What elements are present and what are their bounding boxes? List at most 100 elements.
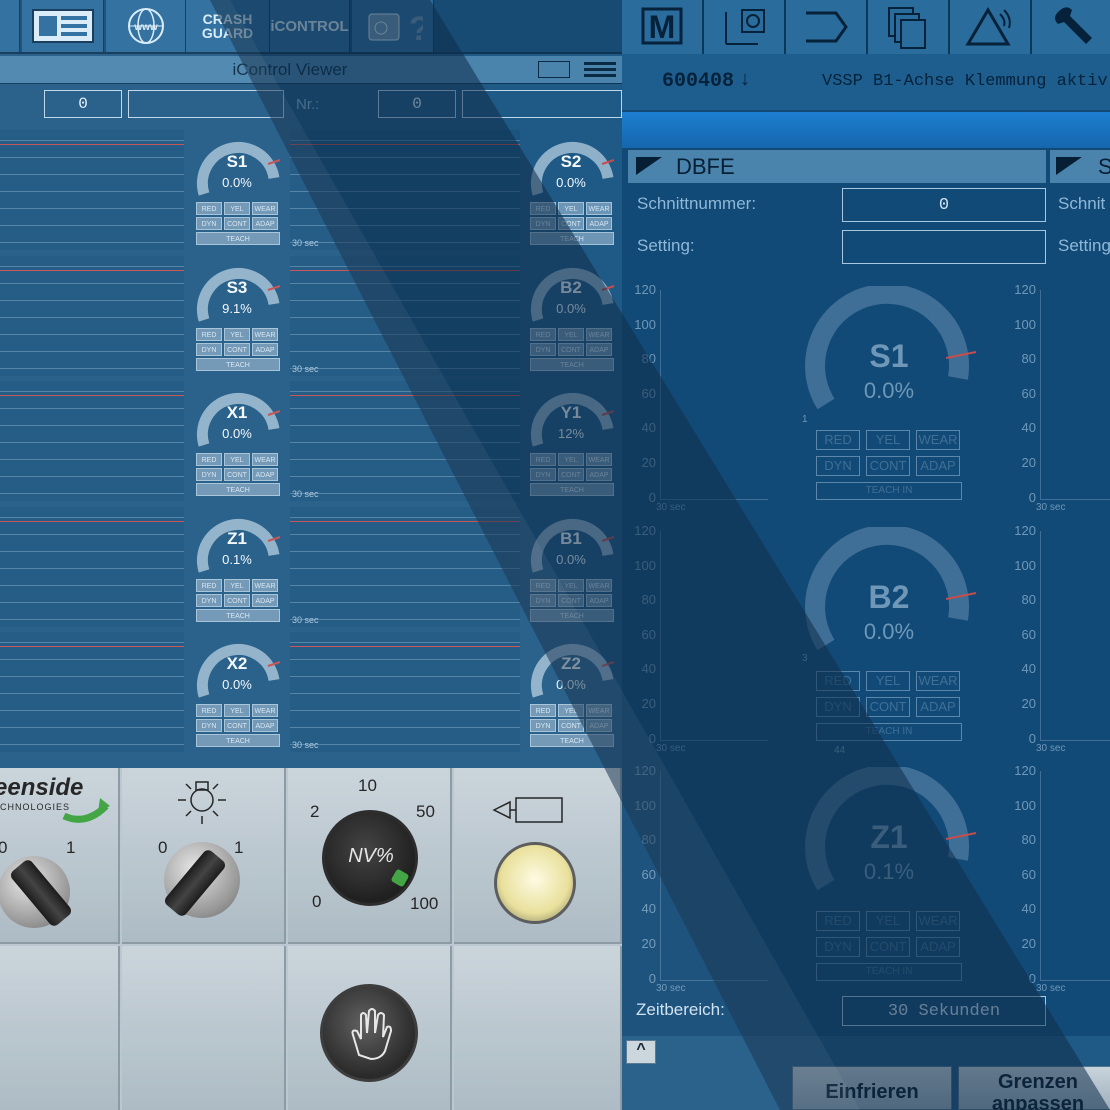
chip-red[interactable]: RED xyxy=(530,453,556,466)
chip-adap[interactable]: ADAP xyxy=(586,468,612,481)
mini-gauge-x1-left[interactable]: X1 0.0% RED YEL WEAR DYN CONT ADAP TEACH xyxy=(192,379,284,507)
mini-gauge-s3-left[interactable]: S3 9.1% RED YEL WEAR DYN CONT ADAP TEACH xyxy=(192,254,284,382)
mini-gauge-x2-left[interactable]: X2 0.0% RED YEL WEAR DYN CONT ADAP TEACH xyxy=(192,630,284,758)
teach-button[interactable]: TEACH xyxy=(196,483,280,496)
teach-in-button[interactable]: TEACH IN xyxy=(816,963,962,981)
setting-field[interactable] xyxy=(842,230,1046,264)
chip-dyn[interactable]: DYN xyxy=(816,937,860,957)
crash-guard-button[interactable]: CRASH GUARD xyxy=(186,0,270,52)
chip-dyn[interactable]: DYN xyxy=(530,217,556,230)
chip-dyn[interactable]: DYN xyxy=(196,719,222,732)
chip-adap[interactable]: ADAP xyxy=(586,594,612,607)
chip-wear[interactable]: WEAR xyxy=(252,704,278,717)
einfrieren-button[interactable]: Einfrieren xyxy=(792,1066,952,1110)
chip-adap[interactable]: ADAP xyxy=(916,456,960,476)
chip-cont[interactable]: CONT xyxy=(866,697,910,717)
chip-wear[interactable]: WEAR xyxy=(586,453,612,466)
chip-dyn[interactable]: DYN xyxy=(196,594,222,607)
teach-button[interactable]: TEACH xyxy=(196,358,280,371)
chip-red[interactable]: RED xyxy=(196,704,222,717)
chip-red[interactable]: RED xyxy=(196,202,222,215)
left-nr-field[interactable]: 0 xyxy=(44,90,122,118)
grenzen-anpassen-button[interactable]: Grenzen anpassen xyxy=(958,1066,1110,1110)
split-view-icon[interactable] xyxy=(538,61,570,78)
chip-dyn[interactable]: DYN xyxy=(196,468,222,481)
list-view-button[interactable] xyxy=(0,0,20,52)
diagnosis-button[interactable] xyxy=(950,0,1032,54)
teach-in-button[interactable]: TEACH IN xyxy=(816,723,962,741)
chip-dyn[interactable]: DYN xyxy=(530,594,556,607)
mini-gauge-b2-right[interactable]: B2 0.0% RED YEL WEAR DYN CONT ADAP TEACH xyxy=(526,254,618,382)
chip-adap[interactable]: ADAP xyxy=(252,217,278,230)
chip-red[interactable]: RED xyxy=(816,911,860,931)
chip-red[interactable]: RED xyxy=(196,453,222,466)
chip-adap[interactable]: ADAP xyxy=(252,719,278,732)
chip-cont[interactable]: CONT xyxy=(224,343,250,356)
parameter-button[interactable] xyxy=(704,0,786,54)
menu-icon[interactable] xyxy=(584,62,616,78)
chip-yel[interactable]: YEL xyxy=(866,911,910,931)
chip-cont[interactable]: CONT xyxy=(224,217,250,230)
chip-yel[interactable]: YEL xyxy=(224,704,250,717)
chip-cont[interactable]: CONT xyxy=(558,719,584,732)
collapse-corner-icon[interactable] xyxy=(634,155,664,177)
chip-adap[interactable]: ADAP xyxy=(916,697,960,717)
chip-cont[interactable]: CONT xyxy=(558,217,584,230)
chip-dyn[interactable]: DYN xyxy=(530,719,556,732)
icontrol-button[interactable]: iCONTROL xyxy=(270,0,350,52)
setup-button[interactable] xyxy=(1032,0,1110,54)
chip-adap[interactable]: ADAP xyxy=(586,719,612,732)
mini-gauge-z1-left[interactable]: Z1 0.1% RED YEL WEAR DYN CONT ADAP TEACH xyxy=(192,505,284,633)
chip-yel[interactable]: YEL xyxy=(558,453,584,466)
chip-wear[interactable]: WEAR xyxy=(252,453,278,466)
mini-gauge-s1-left[interactable]: S1 0.0% RED YEL WEAR DYN CONT ADAP TEACH xyxy=(192,128,284,256)
gauge-b2[interactable]: B2 0.0% 3 RED YEL WEAR DYN CONT ADAP TEACH IN xyxy=(800,524,980,747)
chip-red[interactable]: RED xyxy=(530,328,556,341)
schnittnummer-field[interactable]: 0 xyxy=(842,188,1046,222)
teach-button[interactable]: TEACH xyxy=(196,734,280,747)
collapse-corner-icon-2[interactable] xyxy=(1054,155,1084,177)
mini-gauge-b1-right[interactable]: B1 0.0% RED YEL WEAR DYN CONT ADAP TEACH xyxy=(526,505,618,633)
gauge-z1[interactable]: Z1 0.1% 44 RED YEL WEAR DYN CONT ADAP TEACH IN xyxy=(800,745,980,987)
handwheel-knob[interactable] xyxy=(320,984,418,1082)
layout-view-button[interactable] xyxy=(22,0,104,52)
chip-cont[interactable]: CONT xyxy=(866,937,910,957)
chip-wear[interactable]: WEAR xyxy=(252,579,278,592)
teach-button[interactable]: TEACH xyxy=(530,232,614,245)
alarm-number[interactable]: 600408 xyxy=(662,70,734,93)
chip-wear[interactable]: WEAR xyxy=(916,671,960,691)
machine-button[interactable]: M xyxy=(622,0,704,54)
chip-red[interactable]: RED xyxy=(530,704,556,717)
program-manager-button[interactable] xyxy=(868,0,950,54)
chip-adap[interactable]: ADAP xyxy=(586,343,612,356)
spindle-indicator-light[interactable] xyxy=(494,842,576,924)
teach-button[interactable]: TEACH xyxy=(530,609,614,622)
chip-dyn[interactable]: DYN xyxy=(530,468,556,481)
program-button[interactable] xyxy=(786,0,868,54)
chip-red[interactable]: RED xyxy=(530,579,556,592)
chip-cont[interactable]: CONT xyxy=(866,456,910,476)
chip-red[interactable]: RED xyxy=(816,430,860,450)
chip-cont[interactable]: CONT xyxy=(224,719,250,732)
chip-wear[interactable]: WEAR xyxy=(586,579,612,592)
mini-gauge-y1-right[interactable]: Y1 12% RED YEL WEAR DYN CONT ADAP TEACH xyxy=(526,379,618,507)
teach-button[interactable]: TEACH xyxy=(196,232,280,245)
chip-wear[interactable]: WEAR xyxy=(586,328,612,341)
chip-wear[interactable]: WEAR xyxy=(252,202,278,215)
chip-yel[interactable]: YEL xyxy=(224,202,250,215)
chip-red[interactable]: RED xyxy=(196,328,222,341)
zeitbereich-field[interactable]: 30 Sekunden xyxy=(842,996,1046,1026)
teach-in-button[interactable]: TEACH IN xyxy=(816,482,962,500)
chip-cont[interactable]: CONT xyxy=(224,468,250,481)
teach-button[interactable]: TEACH xyxy=(530,358,614,371)
teach-button[interactable]: TEACH xyxy=(530,734,614,747)
chip-yel[interactable]: YEL xyxy=(558,704,584,717)
chip-yel[interactable]: YEL xyxy=(224,328,250,341)
chip-adap[interactable]: ADAP xyxy=(916,937,960,957)
chip-yel[interactable]: YEL xyxy=(224,453,250,466)
chip-adap[interactable]: ADAP xyxy=(252,343,278,356)
scroll-up-button[interactable]: ^ xyxy=(626,1040,656,1064)
chip-yel[interactable]: YEL xyxy=(558,328,584,341)
chip-red[interactable]: RED xyxy=(196,579,222,592)
chip-dyn[interactable]: DYN xyxy=(530,343,556,356)
